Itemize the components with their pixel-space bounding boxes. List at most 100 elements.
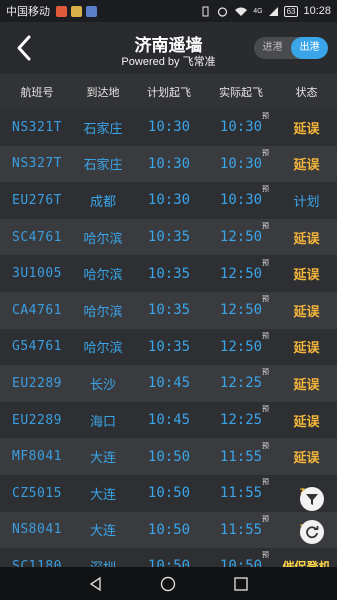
- destination: 长沙: [89, 376, 116, 392]
- flight-number: EU276T: [12, 192, 62, 208]
- table-row[interactable]: NS321T 石家庄 10:30 10:30 预延误: [0, 109, 337, 146]
- flight-number: G54761: [12, 339, 62, 355]
- status-label: 延误: [293, 450, 320, 466]
- planned-departure: 10:50: [147, 485, 191, 502]
- actual-departure-cell: 11:55 预: [206, 478, 276, 501]
- header-bar: 济南遥墙 Powered by 飞常准 进港 出港: [0, 22, 337, 74]
- tab-arrivals[interactable]: 进港: [254, 37, 291, 59]
- destination: 石家庄: [83, 120, 123, 136]
- table-row[interactable]: CZ5015大连10:5011:55预延: [0, 474, 337, 512]
- estimate-marker: 预: [262, 295, 269, 304]
- nav-home-button[interactable]: [158, 574, 178, 594]
- wifi-icon: [235, 7, 248, 16]
- table-row[interactable]: G54761 哈尔滨 10:35 12:50 预延误: [0, 328, 337, 366]
- planned-departure: 10:50: [147, 521, 191, 538]
- table-row[interactable]: EU276T 成都 10:30 10:30 预计划: [0, 182, 337, 219]
- planned-departure: 10:45: [147, 412, 191, 429]
- flight-number: EU2289: [12, 375, 62, 391]
- actual-departure-cell: 10:30 预: [206, 185, 276, 209]
- actual-departure-cell: 10:30 预: [206, 149, 276, 172]
- filter-button[interactable]: [300, 487, 324, 511]
- actual-departure: 10:30: [219, 119, 263, 136]
- estimate-marker: 预: [262, 185, 269, 194]
- battery-level: 63: [283, 5, 299, 17]
- table-row[interactable]: MF8041 大连 10:50 11:55 预延误: [0, 438, 337, 475]
- planned-departure: 10:30: [147, 119, 191, 136]
- nav-back-button[interactable]: [86, 574, 106, 594]
- table-row[interactable]: EU2289 海口 10:45 12:25 预延误: [0, 401, 337, 439]
- flight-number: CA4761: [12, 302, 62, 318]
- destination: 哈尔滨: [83, 303, 123, 319]
- refresh-button[interactable]: [300, 520, 324, 544]
- carrier-name: 中国移动: [6, 6, 50, 18]
- circle-home-icon: [161, 576, 176, 591]
- estimate-marker: 预: [262, 368, 269, 377]
- status-bar: 中国移动 4G 63 10:28: [0, 0, 337, 22]
- planned-departure: 10:50: [147, 448, 191, 465]
- status-label: 催促登机: [282, 559, 331, 567]
- notification-icons: [56, 5, 97, 17]
- actual-departure: 12:50: [219, 229, 263, 246]
- vibrate-icon: [202, 6, 209, 16]
- triangle-back-icon: [89, 576, 101, 591]
- system-nav-bar: [0, 567, 337, 600]
- actual-departure-cell: 10:30 预: [206, 112, 276, 136]
- actual-departure: 11:55: [219, 448, 263, 465]
- status-label: 延误: [293, 157, 320, 173]
- destination: 成都: [89, 193, 116, 209]
- status-label: 延误: [293, 267, 320, 283]
- nav-recents-button[interactable]: [231, 574, 251, 594]
- estimate-marker: 预: [262, 478, 269, 487]
- planned-departure: 10:35: [147, 229, 191, 246]
- actual-departure: 12:25: [219, 412, 263, 429]
- destination: 海口: [89, 413, 116, 429]
- status-label: 计划: [293, 193, 320, 209]
- table-row[interactable]: EU2289 长沙 10:45 12:25 预延误: [0, 365, 337, 402]
- destination: 大连: [89, 450, 116, 466]
- estimate-marker: 预: [262, 258, 269, 267]
- planned-departure: 10:35: [147, 338, 191, 355]
- planned-departure: 10:50: [147, 558, 191, 567]
- table-row[interactable]: SC1180深圳10:5010:50预催促登机: [0, 548, 337, 567]
- signal-icon: [268, 6, 278, 16]
- column-header-planned: 计划起飞: [147, 86, 191, 99]
- column-header-actual: 实际起飞: [219, 86, 263, 99]
- tab-departures[interactable]: 出港: [291, 37, 328, 59]
- flight-number: NS321T: [12, 119, 62, 135]
- planned-departure: 10:35: [147, 265, 191, 282]
- destination: 哈尔滨: [83, 340, 123, 356]
- status-label: 延误: [293, 120, 320, 136]
- column-header-destination: 到达地: [86, 86, 120, 99]
- refresh-icon: [306, 526, 319, 539]
- actual-departure-cell: 11:55 预: [206, 442, 276, 465]
- flight-list[interactable]: NS321T 石家庄 10:30 10:30 预延误 NS327T 石家庄 10:30 10:3…: [0, 109, 337, 567]
- table-row[interactable]: CA4761 哈尔滨 10:35 12:50 预延误: [0, 291, 337, 329]
- status-label: 延误: [293, 376, 320, 392]
- estimate-marker: 预: [262, 331, 269, 340]
- destination: 哈尔滨: [83, 230, 123, 246]
- table-row[interactable]: NS327T 石家庄 10:30 10:30 预延误: [0, 145, 337, 183]
- flight-number: SC4761: [12, 229, 62, 245]
- planned-departure: 10:30: [147, 192, 191, 209]
- estimate-marker: 预: [262, 222, 269, 231]
- actual-departure: 12:50: [219, 302, 263, 319]
- table-header: 航班号 到达地 计划起飞 实际起飞 状态: [0, 74, 337, 109]
- actual-departure-cell: 12:50 预: [206, 222, 276, 246]
- actual-departure-cell: 12:50 预: [206, 295, 276, 319]
- filter-icon: [306, 494, 318, 505]
- column-header-status: 状态: [295, 86, 318, 99]
- table-row[interactable]: NS8041大连10:5011:55预延: [0, 511, 337, 549]
- column-header-flight: 航班号: [20, 86, 54, 99]
- app-notification-icon: [71, 5, 82, 17]
- app-notification-icon: [56, 5, 67, 17]
- actual-departure-cell: 10:50 预: [206, 551, 276, 567]
- table-row[interactable]: 3U1005 哈尔滨 10:35 12:50 预延误: [0, 255, 337, 292]
- estimate-marker: 预: [262, 405, 269, 414]
- table-row[interactable]: SC4761 哈尔滨 10:35 12:50 预延误: [0, 218, 337, 256]
- status-label: 延误: [293, 303, 320, 319]
- status-label: 延误: [293, 340, 320, 356]
- actual-departure: 10:30: [219, 192, 263, 209]
- flight-number: CZ5015: [12, 485, 62, 501]
- destination: 哈尔滨: [83, 267, 123, 283]
- actual-departure-cell: 12:50 预: [206, 259, 276, 282]
